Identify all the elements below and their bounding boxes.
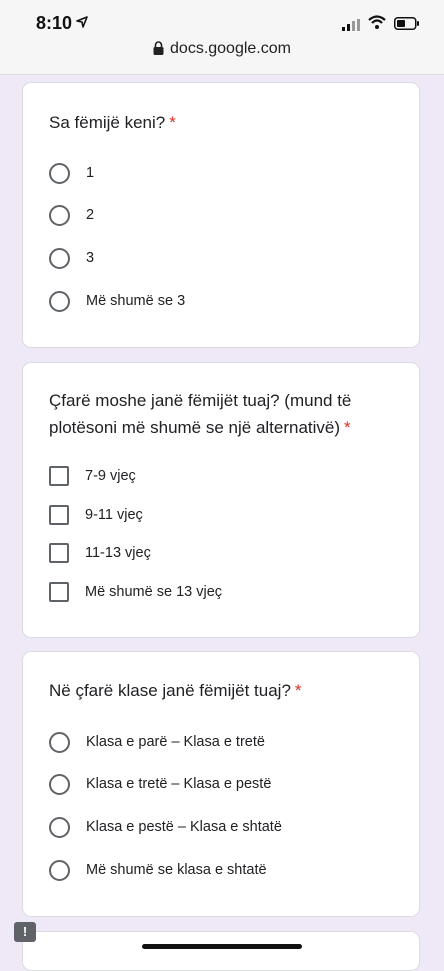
checkbox-option[interactable]: 7-9 vjeç	[49, 463, 136, 489]
option-label: Klasa e pestë – Klasa e shtatë	[86, 819, 282, 835]
option-label: 7-9 vjeç	[85, 468, 136, 484]
required-marker: *	[294, 681, 302, 700]
radio-option[interactable]: Klasa e pestë – Klasa e shtatë	[49, 814, 282, 840]
signal-icon	[342, 18, 360, 36]
option-label: Klasa e parë – Klasa e tretë	[86, 734, 265, 750]
radio-button[interactable]	[49, 859, 70, 881]
radio-option[interactable]: 2	[49, 202, 94, 228]
checkbox[interactable]	[49, 466, 69, 486]
checkbox[interactable]	[49, 505, 69, 525]
status-time: 8:10	[36, 13, 73, 33]
option-label: 3	[86, 250, 95, 266]
radio-option[interactable]: 3	[49, 245, 94, 271]
radio-option[interactable]: 1	[49, 160, 94, 186]
question-card-next	[22, 931, 420, 971]
checkbox[interactable]	[49, 582, 69, 602]
radio-button[interactable]	[49, 162, 70, 184]
location-arrow-icon	[76, 15, 88, 33]
home-indicator[interactable]	[142, 944, 302, 949]
radio-button[interactable]	[49, 290, 70, 312]
required-marker: *	[344, 418, 351, 437]
question-card-children-age: Çfarë moshe janë fëmijët tuaj? (mund të …	[22, 362, 420, 638]
option-label: Klasa e tretë – Klasa e pestë	[86, 776, 272, 792]
radio-button[interactable]	[49, 816, 70, 838]
option-label: 9-11 vjeç	[85, 507, 143, 523]
option-label: 2	[86, 207, 95, 223]
battery-icon	[394, 17, 420, 35]
option-label: Më shumë se 3	[86, 293, 186, 309]
option-label: 11-13 vjeç	[85, 545, 151, 561]
question-card-children-grade: Në çfarë klase janë fëmijët tuaj? * Klasa…	[22, 651, 420, 917]
radio-option[interactable]: Klasa e parë – Klasa e tretë	[49, 729, 265, 755]
radio-button[interactable]	[49, 731, 70, 753]
radio-option[interactable]: Më shumë se klasa e shtatë	[49, 857, 267, 883]
radio-button[interactable]	[49, 204, 70, 226]
radio-button[interactable]	[49, 773, 70, 795]
checkbox-option[interactable]: 9-11 vjeç	[49, 502, 143, 528]
radio-option[interactable]: Më shumë se 3	[49, 288, 185, 314]
required-marker: *	[169, 113, 176, 132]
status-bar: 8:10 docs.google.com	[0, 0, 444, 75]
question-title: Në çfarë klase janë fëmijët tuaj? *	[49, 681, 302, 700]
radio-button[interactable]	[49, 247, 70, 269]
url-text: docs.google.com	[170, 40, 291, 57]
option-label: Më shumë se klasa e shtatë	[86, 862, 267, 878]
option-label: 1	[86, 165, 95, 181]
question-card-children-count: Sa fëmijë keni? * 1 2 3 Më shumë se 3	[22, 82, 420, 348]
checkbox[interactable]	[49, 543, 69, 563]
checkbox-option[interactable]: 11-13 vjeç	[49, 540, 151, 566]
question-title: Sa fëmijë keni? *	[49, 113, 176, 132]
lock-icon	[153, 41, 164, 60]
url-bar[interactable]: docs.google.com	[0, 40, 444, 60]
question-title: Çfarë moshe janë fëmijët tuaj? (mund të …	[49, 391, 352, 437]
wifi-icon	[368, 15, 386, 34]
option-label: Më shumë se 13 vjeç	[85, 584, 223, 600]
radio-option[interactable]: Klasa e tretë – Klasa e pestë	[49, 771, 271, 797]
checkbox-option[interactable]: Më shumë se 13 vjeç	[49, 579, 222, 605]
feedback-icon[interactable]: !	[14, 922, 36, 942]
